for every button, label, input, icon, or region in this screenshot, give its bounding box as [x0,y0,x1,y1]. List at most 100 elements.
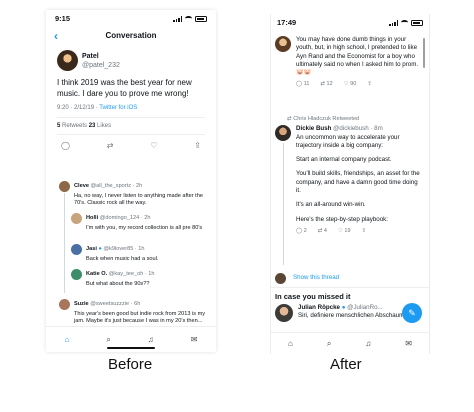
tweet-time: 9:20 · 2/12/19 · [57,105,100,111]
thread-line [64,193,65,293]
show-thread-link[interactable]: Show this thread [293,274,339,282]
reply-cleve[interactable]: Cleve @all_the_sportz · 2h Ha, no way, I… [59,181,209,207]
after-caption: After [330,356,362,373]
tweet-paragraph: You'll build skills, friendships, an ass… [296,170,420,195]
tweet-stats: 5 Retweets 23 Likes [57,117,205,135]
like-icon[interactable]: ♡ [150,141,157,150]
home-icon[interactable]: ⌂ [64,335,69,344]
reply-text: Ha, no way, I never listen to anything m… [74,193,203,207]
tweet-text: Siri, definiere menschlichen Abschaum. [298,312,406,320]
avatar[interactable] [275,304,293,322]
tweet-actions: ◯ ⇄ ♡ ⇪ [57,135,205,156]
reply-handle: @sweetsuzzzie · 6h [90,300,141,307]
search-icon[interactable]: ⌕ [106,335,110,345]
avatar[interactable] [57,50,78,71]
reply-handle: @kay_tee_oh · 1h [108,270,155,277]
reply-katie[interactable]: Katie O. @kay_tee_oh · 1h But what about… [71,269,211,288]
reply-icon[interactable]: ◯ [61,141,70,150]
avatar[interactable] [275,273,286,284]
tweet-paragraph: Start an internal company podcast. [296,156,392,164]
reply-text: But what about the 90s?? [86,281,150,287]
reply-icon[interactable]: ◯ 11 [296,80,309,88]
verified-icon: ● [341,304,346,311]
before-caption: Before [108,356,153,373]
conversation-header: ‹ Conversation [46,27,216,45]
avatar[interactable] [71,213,82,224]
home-icon[interactable]: ⌂ [288,339,293,348]
messages-icon[interactable]: ✉ [191,335,198,344]
like-icon[interactable]: ♡ 19 [338,227,351,235]
status-time: 17:49 [277,18,297,27]
feed-tweet-retweet[interactable]: ⇄ Chris Hladczuk Retweeted Dickie Bush @… [275,115,425,265]
share-icon[interactable]: ⇪ [194,141,201,150]
retweet-count: 12 [326,81,333,88]
main-tweet[interactable]: Patel @patel_232 I think 2019 was the be… [46,45,216,156]
share-icon[interactable]: ⇪ [362,227,367,235]
show-thread-row[interactable]: Show this thread [275,273,425,284]
like-icon[interactable]: ♡ 90 [344,80,357,88]
retweet-icon[interactable]: ⇄ 12 [320,80,332,88]
share-icon[interactable]: ⇪ [367,80,372,88]
battery-icon [411,19,423,26]
reply-handle: @all_the_sportz · 2h [90,182,143,189]
reply-author-name: Cleve [74,182,89,189]
avatar[interactable] [275,125,291,142]
page-title: Conversation [105,31,157,40]
retweet-count: 4 [323,227,327,234]
avatar[interactable] [71,269,82,280]
reply-author-name: Katie O. [86,270,108,277]
search-icon[interactable]: ⌕ [327,339,331,349]
avatar[interactable] [59,181,70,192]
back-arrow-icon[interactable]: ‹ [54,27,58,45]
tweet-paragraph: An uncommon way to accelerate your traje… [296,133,400,149]
reply-author-name: Jasi [86,245,97,252]
reply-text: This year's been good but indie rock fro… [74,311,206,325]
reply-holli[interactable]: Holli @domingo_124 · 2h I'm with you, my… [71,213,211,232]
retweets-label[interactable]: Retweets [60,123,88,129]
reply-text: Back when music had a soul. [86,256,159,262]
avatar[interactable] [59,299,70,310]
verified-icon: ● [98,245,102,252]
feed-tweet-top[interactable]: You may have done dumb things in your yo… [275,36,425,89]
notifications-icon[interactable]: ♫ [365,339,371,348]
tweet-actions: ◯ 2 ⇄ 4 ♡ 19 ⇪ [296,227,420,235]
battery-icon [195,15,207,22]
tweet-client-link[interactable]: Twitter for iOS [99,105,137,111]
tab-bar: ⌂ ⌕ ♫ ✉ [46,326,216,352]
wifi-icon [401,20,408,25]
compose-tweet-button[interactable]: ✎ [402,303,422,323]
reply-author-name: Suzie [74,300,89,307]
like-count: 19 [344,227,351,234]
signal-icon [389,19,398,26]
after-phone-screen: 17:49 You may have done dumb things in y… [270,14,430,354]
reply-text: I'm with you, my record collection is al… [86,225,203,231]
like-count: 90 [350,81,357,88]
likes-label[interactable]: Likes [95,123,111,129]
avatar[interactable] [71,244,82,255]
reply-count: 2 [303,227,307,234]
tab-bar: ⌂ ⌕ ♫ ✉ [271,332,429,354]
retweet-icon: ⇄ [287,116,292,122]
retweet-icon[interactable]: ⇄ 4 [318,227,327,235]
status-time: 9:15 [55,14,71,23]
status-bar: 17:49 [271,14,429,31]
tweet-actions: ◯ 11 ⇄ 12 ♡ 90 ⇪ [296,80,420,88]
reply-handle: @k9lover85 · 1h [103,245,145,252]
tweet-paragraph: It's an all-around win-win. [296,201,366,209]
tweet-paragraph: Here's the step-by-step playbook: [296,215,388,223]
messages-icon[interactable]: ✉ [405,339,412,348]
author-handle: @dickiebush · 8m [333,125,383,133]
retweet-icon[interactable]: ⇄ [107,141,114,150]
avatar[interactable] [275,36,291,52]
author-handle: @patel_232 [82,61,120,69]
reply-jasi[interactable]: Jasi ● @k9lover85 · 1h Back when music h… [71,244,211,263]
status-bar: 9:15 [46,10,216,27]
home-indicator [107,347,155,349]
thread-line [283,143,284,265]
notifications-icon[interactable]: ♫ [148,335,154,344]
reply-icon[interactable]: ◯ 2 [296,227,307,235]
reply-count: 11 [303,81,310,88]
author-handle: @JulianRo... [347,304,383,311]
signal-icon [173,15,182,22]
reply-suzie[interactable]: Suzie @sweetsuzzzie · 6h This year's bee… [59,299,209,325]
